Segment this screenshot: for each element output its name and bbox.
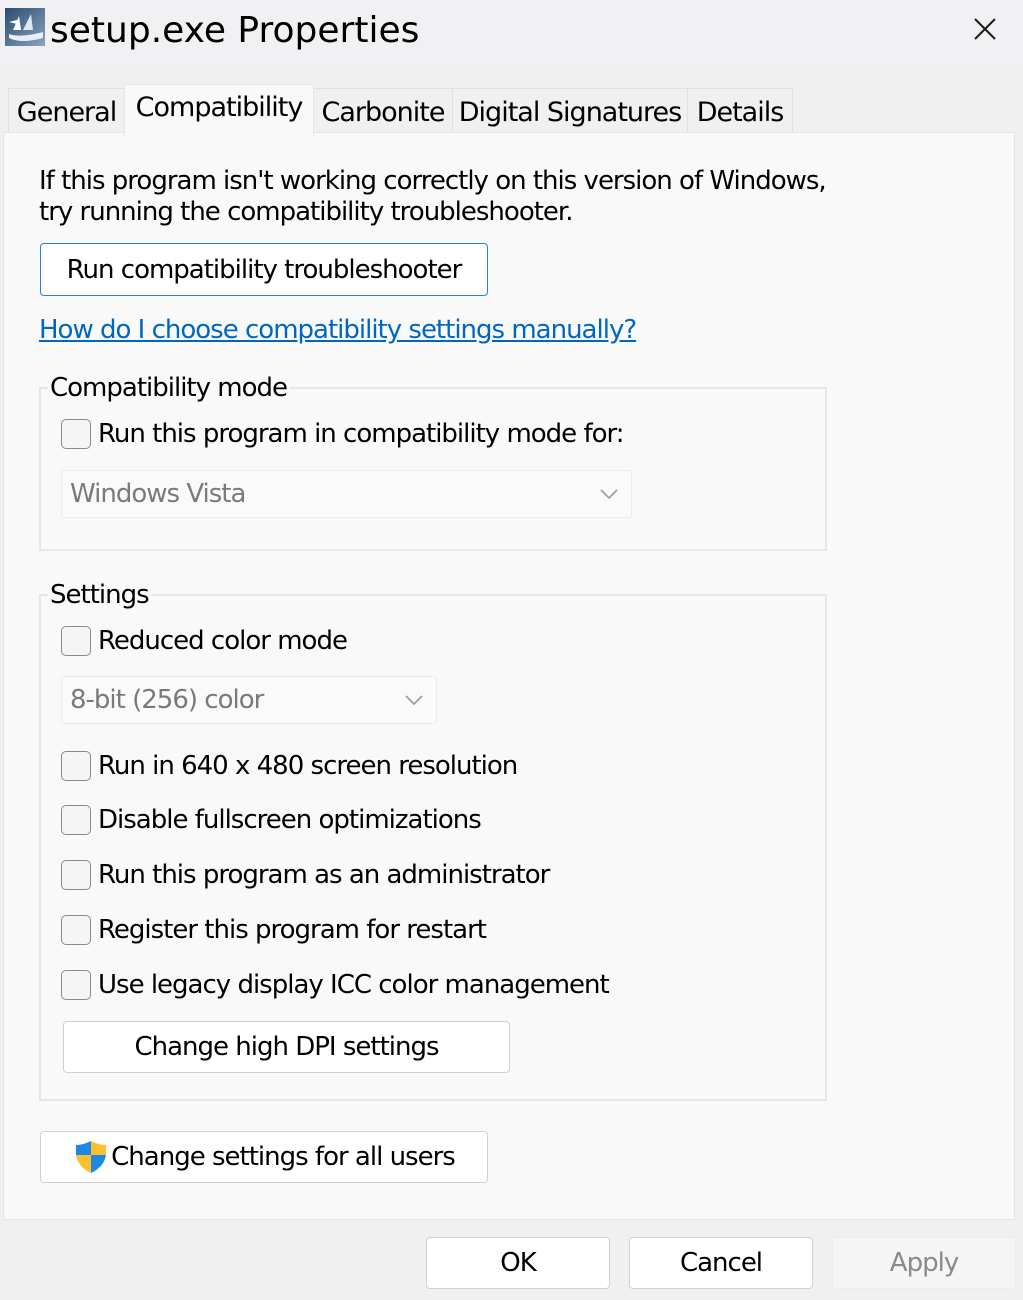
tab-strip: General Compatibility Carbonite Digital … bbox=[8, 84, 1008, 136]
change-settings-all-users-label: Change settings for all users bbox=[111, 1142, 456, 1172]
resolution-640-label: Run in 640 x 480 screen resolution bbox=[98, 751, 518, 781]
compatibility-mode-checkbox-label: Run this program in compatibility mode f… bbox=[98, 419, 624, 449]
close-icon bbox=[974, 18, 996, 40]
reduced-color-checkbox-row[interactable]: Reduced color mode bbox=[61, 623, 348, 659]
chevron-down-icon bbox=[600, 489, 618, 500]
uac-shield-icon bbox=[76, 1141, 107, 1173]
run-as-admin-label: Run this program as an administrator bbox=[98, 860, 550, 890]
resolution-640-checkbox-row[interactable]: Run in 640 x 480 screen resolution bbox=[61, 748, 518, 784]
change-high-dpi-button[interactable]: Change high DPI settings bbox=[63, 1021, 510, 1073]
compatibility-mode-checkbox[interactable] bbox=[61, 419, 91, 449]
register-restart-checkbox-row[interactable]: Register this program for restart bbox=[61, 912, 487, 948]
intro-text: If this program isn't working correctly … bbox=[39, 166, 827, 228]
run-as-admin-checkbox[interactable] bbox=[61, 860, 91, 890]
compatibility-mode-label: Compatibility mode bbox=[48, 373, 289, 403]
close-button[interactable] bbox=[962, 8, 1008, 50]
apply-button[interactable]: Apply bbox=[832, 1237, 1016, 1289]
setup-app-icon bbox=[5, 8, 45, 46]
legacy-icc-checkbox-row[interactable]: Use legacy display ICC color management bbox=[61, 967, 610, 1003]
chevron-down-icon bbox=[405, 695, 423, 706]
compatibility-mode-checkbox-row[interactable]: Run this program in compatibility mode f… bbox=[61, 416, 624, 452]
legacy-icc-label: Use legacy display ICC color management bbox=[98, 970, 610, 1000]
tab-compatibility[interactable]: Compatibility bbox=[124, 84, 314, 136]
compatibility-mode-group bbox=[39, 387, 827, 551]
color-depth-select[interactable]: 8-bit (256) color bbox=[61, 676, 437, 724]
disable-fullscreen-opt-checkbox-row[interactable]: Disable fullscreen optimizations bbox=[61, 802, 482, 838]
reduced-color-checkbox[interactable] bbox=[61, 626, 91, 656]
os-version-select[interactable]: Windows Vista bbox=[61, 470, 632, 518]
cancel-button[interactable]: Cancel bbox=[629, 1237, 813, 1289]
window-title: setup.exe Properties bbox=[50, 10, 420, 51]
resolution-640-checkbox[interactable] bbox=[61, 751, 91, 781]
register-restart-checkbox[interactable] bbox=[61, 915, 91, 945]
change-settings-all-users-button[interactable]: Change settings for all users bbox=[40, 1131, 488, 1183]
run-as-admin-checkbox-row[interactable]: Run this program as an administrator bbox=[61, 857, 550, 893]
reduced-color-label: Reduced color mode bbox=[98, 626, 348, 656]
run-troubleshooter-button[interactable]: Run compatibility troubleshooter bbox=[40, 243, 488, 296]
register-restart-label: Register this program for restart bbox=[98, 915, 487, 945]
ok-button[interactable]: OK bbox=[426, 1237, 610, 1289]
color-depth-value: 8-bit (256) color bbox=[70, 685, 264, 715]
tab-details[interactable]: Details bbox=[687, 88, 793, 134]
disable-fullscreen-opt-checkbox[interactable] bbox=[61, 805, 91, 835]
tab-digital-signatures[interactable]: Digital Signatures bbox=[452, 88, 688, 134]
title-bar: setup.exe Properties bbox=[0, 0, 1023, 66]
intro-line-1: If this program isn't working correctly … bbox=[39, 166, 827, 196]
legacy-icc-checkbox[interactable] bbox=[61, 970, 91, 1000]
help-link[interactable]: How do I choose compatibility settings m… bbox=[39, 314, 637, 346]
os-version-value: Windows Vista bbox=[70, 479, 246, 509]
disable-fullscreen-opt-label: Disable fullscreen optimizations bbox=[98, 805, 482, 835]
tab-carbonite[interactable]: Carbonite bbox=[313, 88, 453, 134]
intro-line-2: try running the compatibility troublesho… bbox=[39, 197, 573, 227]
tab-general[interactable]: General bbox=[8, 88, 125, 134]
settings-label: Settings bbox=[48, 580, 151, 610]
